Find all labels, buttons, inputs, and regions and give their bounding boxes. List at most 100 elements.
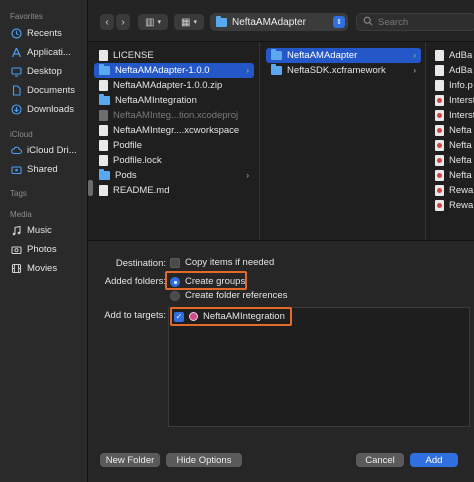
list-item-selected[interactable]: NeftaAMAdapter › — [266, 48, 421, 63]
list-item-label: NeftaAMAdapter-1.0.0 — [115, 65, 210, 76]
sidebar-item-label: Movies — [27, 262, 58, 274]
copy-items-checkbox[interactable]: Copy items if needed — [170, 257, 274, 268]
chevron-down-icon: ▾ — [157, 19, 161, 26]
list-item[interactable]: Nefta — [430, 168, 474, 183]
download-icon — [11, 103, 22, 115]
sidebar: Favorites Recents Applicati... Desktop D… — [0, 0, 88, 482]
list-item-label: NeftaAMAdapter — [287, 50, 358, 61]
file-icon — [99, 185, 108, 196]
list-item-label: Interst — [449, 110, 474, 121]
list-item-label: Nefta — [449, 170, 472, 181]
list-item[interactable]: NeftaAMIntegr....xcworkspace — [94, 123, 243, 138]
view-mode-button[interactable]: ▥ ▾ — [138, 14, 168, 30]
chevron-right-icon: › — [246, 66, 249, 75]
sidebar-item-label: Applicati... — [27, 46, 71, 58]
list-item[interactable]: Nefta — [430, 123, 474, 138]
sidebar-item-icloud-drive[interactable]: iCloud Dri... — [6, 141, 86, 159]
sidebar-item-movies[interactable]: Movies — [6, 259, 86, 277]
list-item[interactable]: README.md — [94, 183, 173, 198]
target-name: NeftaAMIntegration — [203, 311, 285, 322]
sidebar-item-label: Recents — [27, 27, 62, 39]
xcodeproj-icon — [99, 110, 108, 121]
path-popup[interactable]: NeftaAMAdapter ⇕ — [210, 13, 348, 31]
checkbox-checked: ✓ — [174, 311, 184, 322]
sidebar-item-recents[interactable]: Recents — [6, 24, 86, 42]
sidebar-section-tags: Tags — [10, 189, 27, 198]
sidebar-item-downloads[interactable]: Downloads — [6, 100, 86, 118]
list-item[interactable]: AdBa — [430, 48, 474, 63]
folder-icon — [99, 169, 110, 180]
applications-icon — [11, 47, 22, 58]
list-item[interactable]: Rewa — [430, 198, 474, 213]
source-file-icon — [435, 200, 444, 211]
file-icon — [99, 155, 108, 166]
sidebar-item-applications[interactable]: Applicati... — [6, 43, 86, 61]
sidebar-item-music[interactable]: Music — [6, 221, 86, 239]
options-panel: Destination: Copy items if needed Added … — [88, 240, 474, 482]
back-button[interactable]: ‹ — [100, 14, 114, 30]
shared-folder-icon — [11, 164, 22, 175]
forward-button[interactable]: › — [116, 14, 130, 30]
file-icon — [435, 80, 444, 91]
list-item[interactable]: Pods › — [94, 168, 254, 183]
list-item-label: AdBa — [449, 50, 473, 61]
create-folder-references-radio[interactable]: Create folder references — [170, 290, 287, 301]
hide-options-button[interactable]: Hide Options — [166, 453, 242, 467]
file-icon — [435, 65, 444, 76]
search-icon — [363, 16, 373, 29]
column-2: NeftaAMAdapter › NeftaSDK.xcframework › — [260, 42, 426, 240]
sidebar-item-shared[interactable]: Shared — [6, 160, 86, 178]
add-to-targets-label: Add to targets: — [104, 310, 166, 321]
create-groups-radio[interactable]: Create groups — [170, 276, 245, 287]
search-field[interactable] — [356, 13, 474, 31]
scrollbar-thumb[interactable] — [88, 180, 93, 196]
chevron-right-icon: › — [246, 171, 249, 180]
chevron-right-icon: › — [121, 16, 125, 28]
list-item-label: AdBa — [449, 65, 473, 76]
list-item[interactable]: Info.p — [430, 78, 474, 93]
group-by-button[interactable]: ▦ ▾ — [174, 14, 204, 30]
updown-chevron-icon: ⇕ — [333, 16, 345, 28]
list-item-label: Rewa — [449, 200, 474, 211]
new-folder-button[interactable]: New Folder — [100, 453, 160, 467]
film-icon — [11, 263, 22, 274]
list-item[interactable]: NeftaAMInteg...tion.xcodeproj — [94, 108, 242, 123]
target-row[interactable]: ✓ NeftaAMIntegration — [174, 311, 285, 322]
list-item[interactable]: NeftaSDK.xcframework › — [266, 63, 421, 78]
column-1: LICENSE NeftaAMAdapter-1.0.0 › NeftaAMAda… — [88, 42, 260, 240]
clock-icon — [11, 27, 22, 39]
list-item[interactable]: LICENSE — [94, 48, 158, 63]
header-file-icon — [435, 185, 444, 196]
sidebar-item-label: Music — [27, 224, 52, 236]
sidebar-item-desktop[interactable]: Desktop — [6, 62, 86, 80]
list-item-selected[interactable]: NeftaAMAdapter-1.0.0 › — [94, 63, 254, 78]
list-item[interactable]: Nefta — [430, 153, 474, 168]
list-item[interactable]: Interst — [430, 108, 474, 123]
sidebar-item-photos[interactable]: Photos — [6, 240, 86, 258]
chevron-down-icon: ▾ — [193, 19, 197, 26]
list-item[interactable]: AdBa — [430, 63, 474, 78]
list-item-label: NeftaSDK.xcframework — [287, 65, 386, 76]
list-item-label: Podfile.lock — [113, 155, 162, 166]
list-item[interactable]: Podfile.lock — [94, 153, 166, 168]
list-item-label: Nefta — [449, 125, 472, 136]
file-icon — [99, 140, 108, 151]
list-item-label: Podfile — [113, 140, 143, 151]
list-item[interactable]: Rewa — [430, 183, 474, 198]
list-item[interactable]: Podfile — [94, 138, 146, 153]
sidebar-item-documents[interactable]: Documents — [6, 81, 86, 99]
desktop-icon — [11, 66, 22, 77]
folder-icon — [99, 94, 110, 105]
columns-view-icon: ▥ — [145, 16, 155, 28]
search-input[interactable] — [378, 16, 468, 28]
path-title: NeftaAMAdapter — [232, 16, 306, 28]
list-item[interactable]: NeftaAMAdapter-1.0.0.zip — [94, 78, 226, 93]
list-item[interactable]: NeftaAMIntegration — [94, 93, 201, 108]
list-item[interactable]: Nefta — [430, 138, 474, 153]
header-file-icon — [435, 95, 444, 106]
add-button[interactable]: Add — [410, 453, 458, 467]
added-folders-label: Added folders: — [104, 276, 166, 287]
list-item[interactable]: Interst — [430, 93, 474, 108]
cancel-button[interactable]: Cancel — [356, 453, 404, 467]
column-browser: LICENSE NeftaAMAdapter-1.0.0 › NeftaAMAda… — [88, 42, 474, 240]
